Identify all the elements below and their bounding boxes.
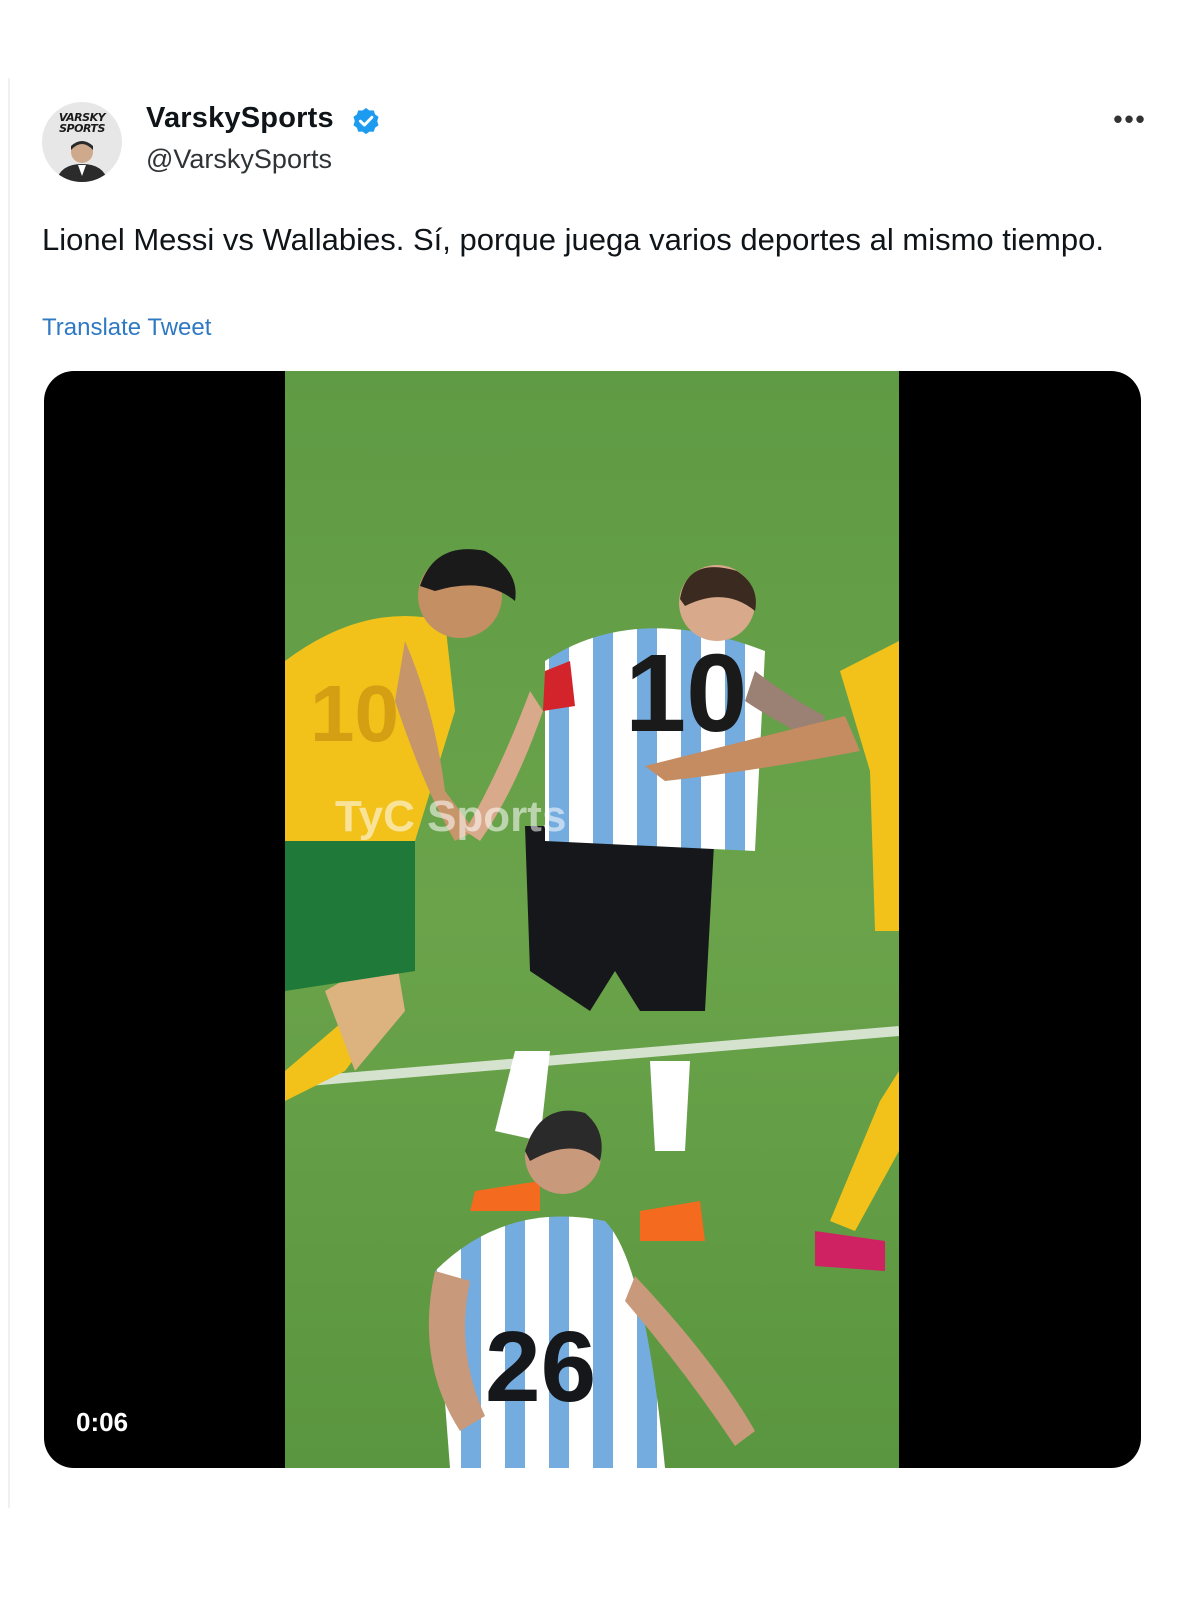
video-player[interactable]: 10 10 26 TyC Sports 0:06 [44, 371, 1141, 1468]
tweet-card[interactable]: VARSKY SPORTS VarskySports @VarskySports… [10, 78, 1200, 1518]
tweet-text: Lionel Messi vs Wallabies. Sí, porque ju… [42, 222, 1104, 257]
display-name[interactable]: VarskySports [146, 102, 334, 135]
video-frame[interactable]: 10 10 26 TyC Sports [285, 371, 899, 1468]
avatar-logo: VARSKY SPORTS [42, 112, 122, 134]
jersey-number-australia: 10 [310, 669, 399, 758]
verified-badge-icon [353, 108, 379, 135]
handle[interactable]: @VarskySports [146, 144, 332, 175]
translate-tweet-link[interactable]: Translate Tweet [42, 314, 211, 342]
jersey-number-foreground: 26 [485, 1311, 596, 1423]
avatar-logo-line2: SPORTS [59, 122, 105, 135]
tyc-sports-watermark: TyC Sports [335, 792, 566, 841]
jersey-number-captain: 10 [625, 632, 747, 755]
video-timestamp: 0:06 [76, 1407, 129, 1437]
more-options-icon[interactable]: ••• [1108, 104, 1152, 134]
avatar-person-icon [56, 141, 108, 182]
avatar[interactable]: VARSKY SPORTS [42, 102, 122, 182]
